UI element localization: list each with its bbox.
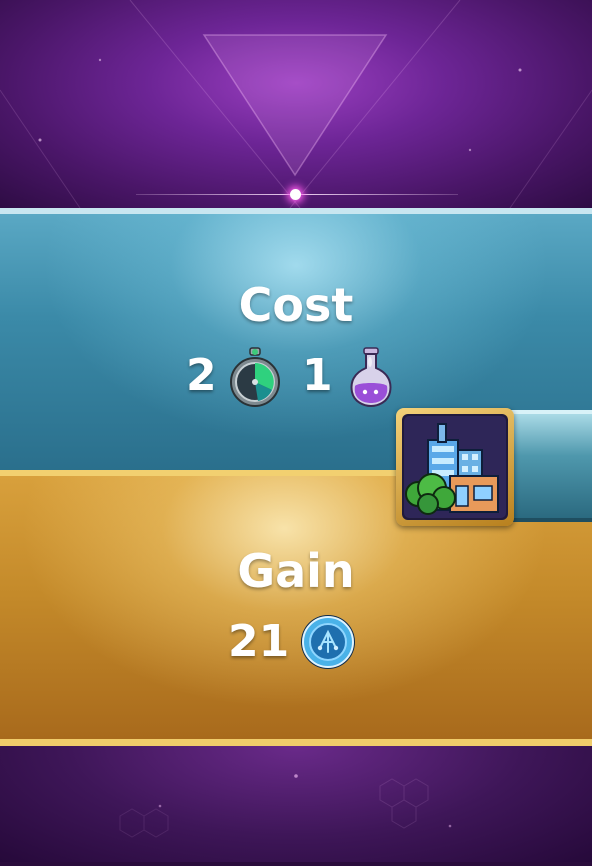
side-bar <box>508 410 592 522</box>
gain-title: Gain <box>237 544 355 598</box>
gain-amount: 21 <box>228 616 290 667</box>
cost-title: Cost <box>238 278 354 332</box>
building-card[interactable] <box>396 408 514 526</box>
blue-tech-coin-icon <box>300 614 356 674</box>
time-cost-amount: 2 <box>186 350 217 401</box>
hex-pattern-decoration <box>119 774 452 838</box>
top-background <box>0 0 592 208</box>
stopwatch-icon <box>228 346 282 412</box>
bottom-background <box>0 746 592 862</box>
triangle-decoration <box>0 0 592 208</box>
city-building-icon <box>402 414 508 524</box>
potion-flask-icon <box>348 346 394 412</box>
potion-cost-amount: 1 <box>302 350 333 401</box>
progress-dot <box>290 189 301 200</box>
